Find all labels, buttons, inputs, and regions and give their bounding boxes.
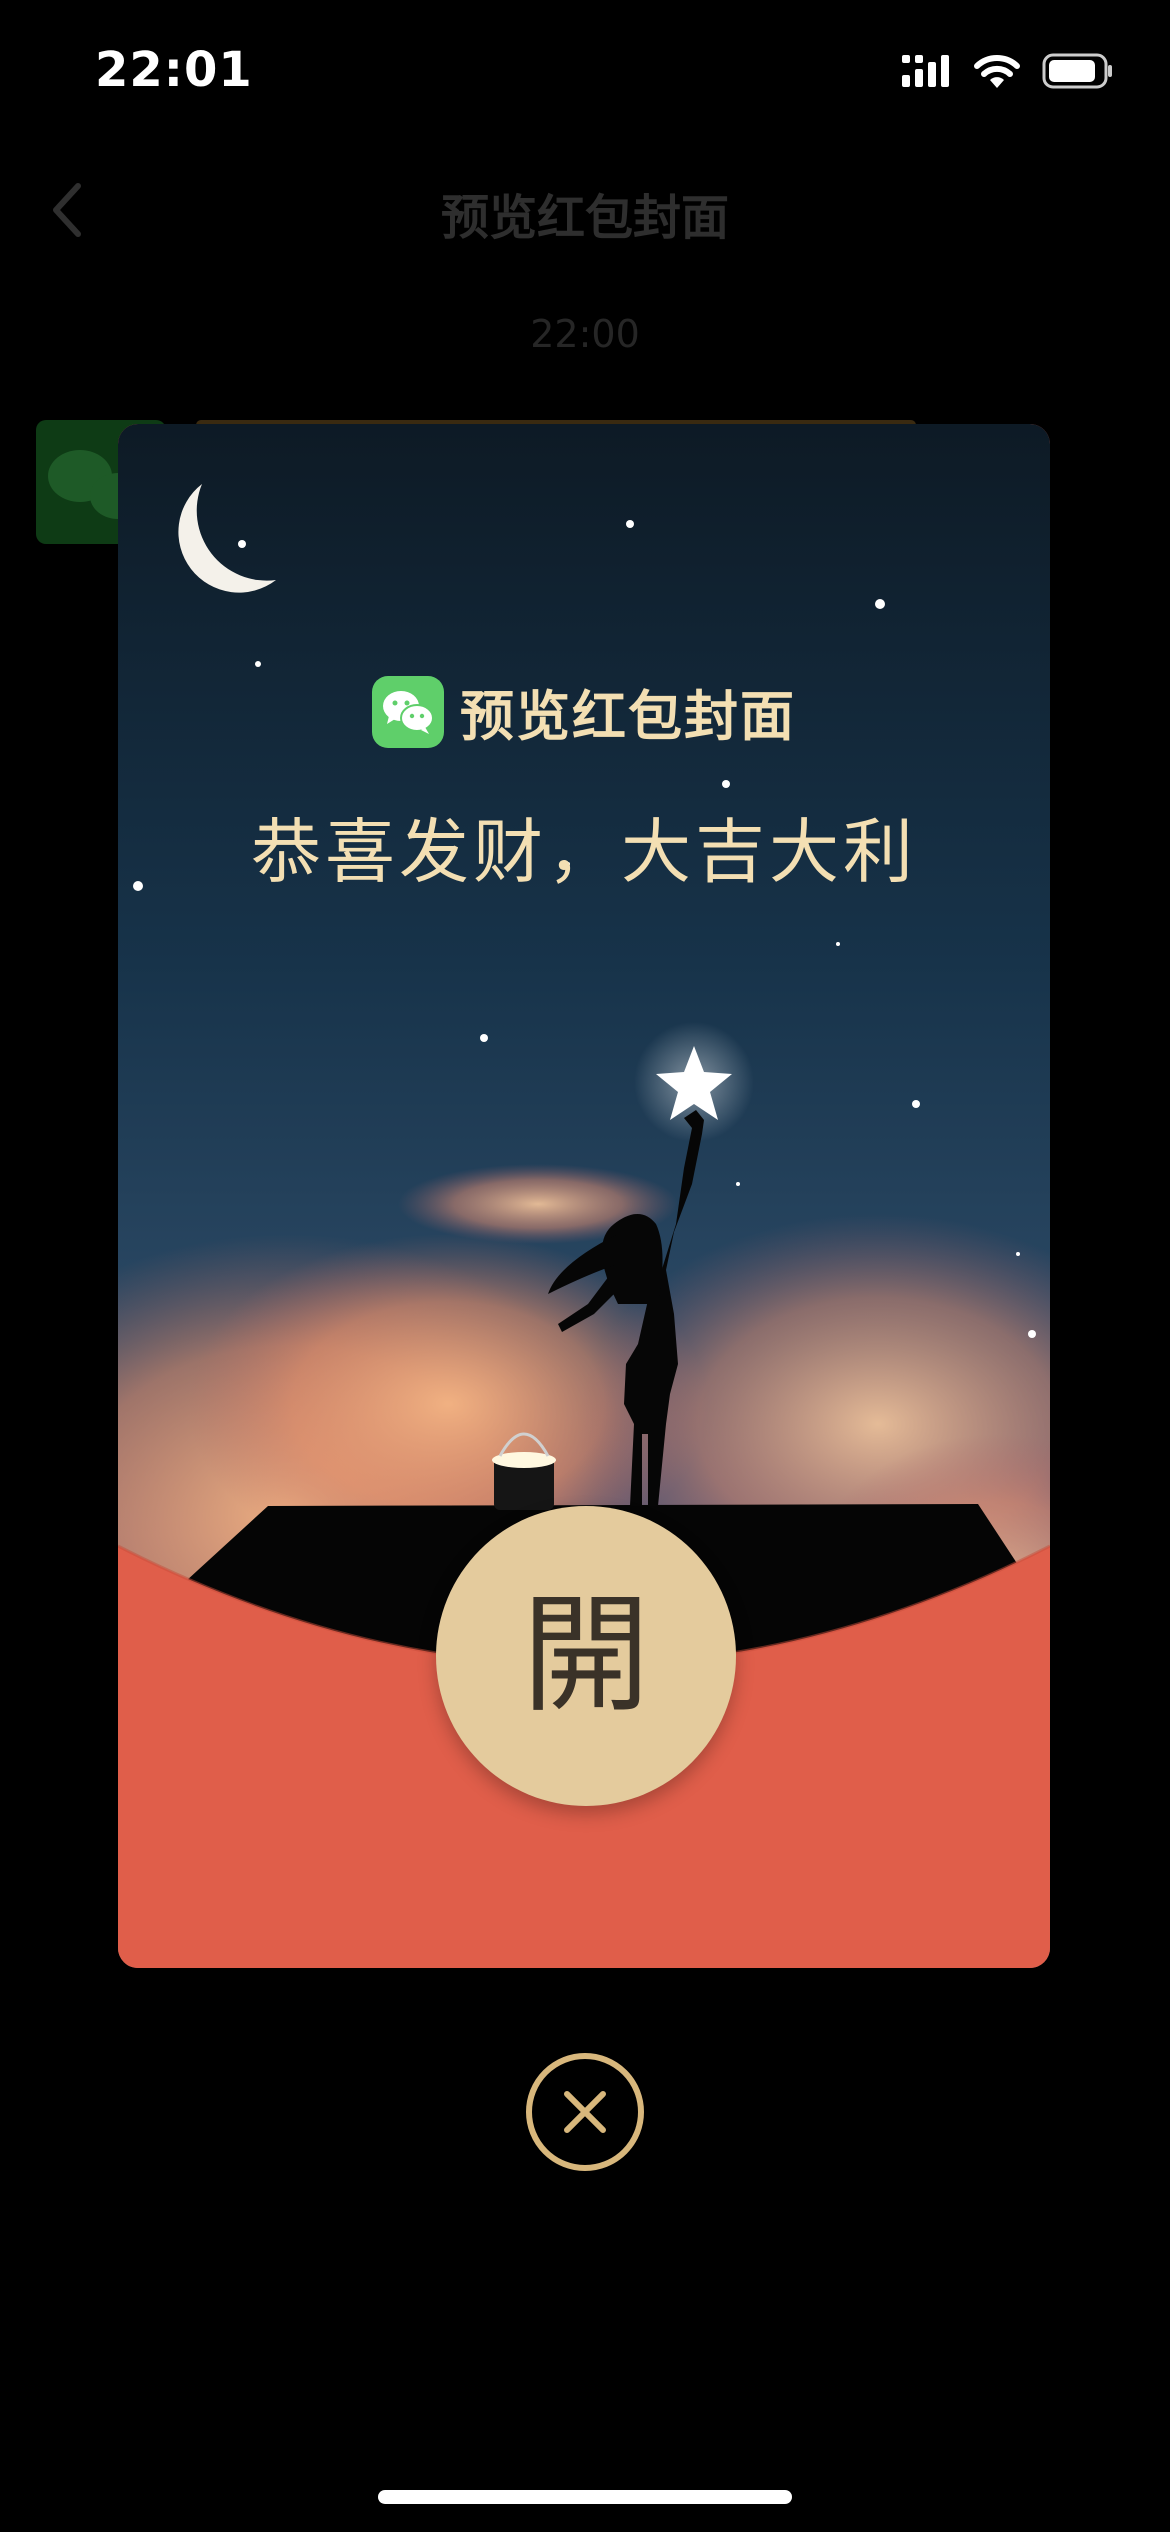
close-circle-icon[interactable] bbox=[525, 2052, 645, 2172]
status-icons bbox=[900, 52, 1114, 90]
red-envelope-card[interactable]: 预览红包封面 恭喜发财，大吉大利 開 bbox=[118, 424, 1050, 1968]
screen: 22:01 预览红包封面 22:00 预览红包封面 恭喜发财，大吉大利 開 bbox=[0, 0, 1170, 2532]
open-label: 開 bbox=[521, 1581, 650, 1730]
envelope-header: 预览红包封面 bbox=[118, 672, 1050, 751]
envelope-title: 预览红包封面 bbox=[460, 685, 796, 748]
chat-time: 22:00 bbox=[530, 312, 640, 356]
wechat-icon bbox=[372, 675, 444, 748]
nav-title: 预览红包封面 bbox=[440, 190, 729, 246]
cellular-signal-icon bbox=[902, 55, 949, 87]
home-indicator[interactable] bbox=[378, 2490, 792, 2504]
open-button[interactable]: 開 bbox=[436, 1506, 736, 1806]
wifi-icon bbox=[974, 55, 1020, 88]
battery-icon bbox=[1042, 53, 1112, 89]
status-time: 22:01 bbox=[95, 42, 253, 98]
status-bar: 22:01 bbox=[0, 0, 1170, 150]
envelope-greeting: 恭喜发财，大吉大利 bbox=[251, 811, 917, 893]
